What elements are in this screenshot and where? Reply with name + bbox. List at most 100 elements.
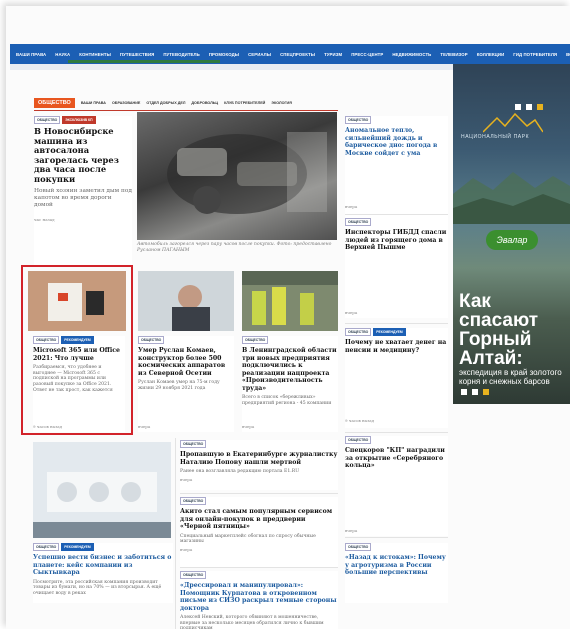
factory-article-lead: Всего в список «бережливых» предприятий … — [242, 395, 332, 406]
section-sub-2[interactable]: ОТДЕЛ ДОБРЫХ ДЕЛ — [146, 101, 185, 105]
list-article-1-lead: Ранее она возглавляла редакцию портала E… — [180, 469, 300, 474]
nav-item-5[interactable]: ПРОМОКОДЫ — [209, 52, 239, 57]
tag-exclusive[interactable]: ЭКСКЛЮЗИВ КП — [62, 116, 96, 124]
business-photo[interactable] — [33, 442, 171, 538]
right-article-3[interactable]: ОБЩЕСТВО РЕКОМЕНДУЕМ Почему не хватает де… — [345, 328, 448, 428]
tag[interactable]: ОБЩЕСТВО — [180, 440, 207, 448]
microsoft-article-time: 9 часов назад — [33, 424, 63, 429]
right-article-4[interactable]: ОБЩЕСТВО Спецкоров "КП" наградили за отк… — [345, 436, 448, 536]
paper-rolls-image — [33, 442, 171, 538]
nav-item-12[interactable]: КОЛЛЕКЦИИ — [477, 52, 505, 57]
list-article-3-title[interactable]: «Дрессировал и манипулировал»: Помощник … — [180, 582, 338, 612]
right-article-1-time: вчера — [345, 204, 358, 209]
section-sub-3[interactable]: ДОБРОВОЛЬЦ — [191, 101, 218, 105]
main-article-title[interactable]: В Новосибирске машина из автосалона заго… — [34, 126, 132, 184]
nav-item-10[interactable]: НЕДВИЖИМОСТЬ — [392, 52, 431, 57]
ad-dots-bottom — [461, 389, 489, 395]
nav-item-11[interactable]: ТЕЛЕВИЗОР — [440, 52, 467, 57]
tag[interactable]: ОБЩЕСТВО — [180, 497, 207, 505]
factory-photo[interactable] — [242, 271, 338, 331]
divider — [345, 432, 448, 433]
nav-item-13[interactable]: ГИД ПОТРЕБИТЕЛЯ — [513, 52, 557, 57]
nav-item-1[interactable]: НАУКА — [55, 52, 70, 57]
right-article-5-title[interactable]: «Назад к истокам»: Почему у агротуризма … — [345, 554, 448, 577]
divider — [345, 537, 448, 538]
advertisement-banner[interactable]: НАЦИОНАЛЬНЫЙ ПАРК Эвалар Как спасают Гор… — [453, 64, 570, 404]
ad-headline: Как спасают Горный Алтай: — [459, 291, 539, 369]
tag[interactable]: ОБЩЕСТВО — [34, 116, 61, 124]
right-article-2-title[interactable]: Инспекторы ГИБДД спасли людей из горящег… — [345, 229, 448, 252]
list-article-2-time: вчера — [180, 546, 193, 552]
tag-recommended[interactable]: РЕКОМЕНДУЕМ — [61, 336, 94, 344]
divider — [180, 567, 338, 568]
tag-recommended[interactable]: РЕКОМЕНДУЕМ — [373, 328, 406, 336]
komaev-photo[interactable] — [138, 271, 234, 331]
right-article-2[interactable]: ОБЩЕСТВО Инспекторы ГИБДД спасли людей и… — [345, 218, 448, 318]
nav-item-0[interactable]: ВАШИ ПРАВА — [16, 52, 46, 57]
workers-image — [242, 271, 338, 331]
tag[interactable]: ОБЩЕСТВО — [345, 436, 372, 444]
tag-recommended[interactable]: РЕКОМЕНДУЕМ — [61, 543, 94, 551]
nav-item-4[interactable]: ПУТЕВОДИТЕЛЬ — [163, 52, 199, 57]
factory-article[interactable]: ОБЩЕСТВО В Ленинградской области три нов… — [242, 336, 338, 432]
office-desk-image — [28, 271, 126, 331]
nav-item-8[interactable]: ТУРИЗМ — [324, 52, 342, 57]
right-article-3-title[interactable]: Почему не хватает денег на пенсии и меди… — [345, 339, 448, 354]
divider — [345, 214, 448, 215]
nav-item-9[interactable]: ПРЕСС-ЦЕНТР — [351, 52, 383, 57]
ad-landscape — [453, 172, 570, 224]
photo-caption: Автомобиль загорелся через пару часов по… — [137, 242, 332, 253]
right-article-2-time: вчера — [345, 310, 358, 315]
tag[interactable]: ОБЩЕСТВО — [180, 571, 207, 579]
main-article-text[interactable]: ОБЩЕСТВО ЭКСКЛЮЗИВ КП В Новосибирске маш… — [34, 116, 132, 266]
tag[interactable]: ОБЩЕСТВО — [33, 543, 60, 551]
right-article-4-title[interactable]: Спецкоров "КП" наградили за открытие «Се… — [345, 447, 448, 470]
tag[interactable]: ОБЩЕСТВО — [33, 336, 60, 344]
business-article[interactable]: ОБЩЕСТВО РЕКОМЕНДУЕМ Успешно вести бизнес… — [33, 543, 173, 603]
evalar-logo: Эвалар — [486, 230, 538, 250]
divider — [345, 323, 448, 324]
komaev-article[interactable]: ОБЩЕСТВО Умер Руслан Комаев, конструктор… — [138, 336, 234, 432]
list-article-3-lead: Алексей Невский, которого обвиняют в мош… — [180, 615, 324, 629]
nav-item-14[interactable]: ВСЕ — [566, 52, 570, 57]
car-engine-image — [167, 132, 327, 214]
business-article-title[interactable]: Успешно вести бизнес и заботиться о план… — [33, 554, 173, 577]
nav-item-7[interactable]: СПЕЦПРОЕКТЫ — [280, 52, 315, 57]
section-sub-5[interactable]: ЭКОЛОГИЯ — [271, 101, 292, 105]
microsoft-article-lead: Разбираемся, что удобнее и выгоднее — Mi… — [33, 365, 113, 393]
factory-article-time: вчера — [242, 424, 255, 429]
business-article-lead: Посмотрите, эта российская компания прои… — [33, 579, 162, 596]
section-rule — [34, 110, 338, 111]
tag[interactable]: ОБЩЕСТВО — [345, 328, 372, 336]
section-badge[interactable]: ОБЩЕСТВО — [34, 98, 75, 108]
right-article-1-title[interactable]: Аномальное тепло, сильнейший дождь и бар… — [345, 127, 448, 157]
nav-item-2[interactable]: КОНТИНЕНТЫ — [79, 52, 111, 57]
main-article-time: час назад — [34, 217, 55, 222]
section-sub-0[interactable]: ВАШИ ПРАВА — [81, 101, 106, 105]
komaev-article-lead: Руслан Комаев умер на 75-м году жизни 29… — [138, 380, 220, 391]
divider — [175, 438, 176, 629]
tag[interactable]: ОБЩЕСТВО — [345, 543, 372, 551]
section-sub-4[interactable]: КЛУБ ПОТРЕБИТЕЛЕЙ — [224, 101, 265, 105]
tag[interactable]: ОБЩЕСТВО — [345, 218, 372, 226]
microsoft-article-title[interactable]: Microsoft 365 или Office 2021: Что лучше — [33, 347, 125, 362]
right-article-5[interactable]: ОБЩЕСТВО «Назад к истокам»: Почему у агр… — [345, 543, 448, 603]
list-article-2[interactable]: ОБЩЕСТВО Акито стал самым популярным сер… — [180, 497, 338, 567]
tag[interactable]: ОБЩЕСТВО — [138, 336, 165, 344]
main-article-photo[interactable] — [137, 112, 337, 240]
nav-item-3[interactable]: ПУТЕШЕСТВИЯ — [120, 52, 154, 57]
list-article-1-title[interactable]: Пропавшую в Екатеринбурге журналистку На… — [180, 451, 338, 466]
list-article-2-title[interactable]: Акито стал самым популярным сервисом для… — [180, 508, 338, 531]
komaev-article-title[interactable]: Умер Руслан Комаев, конструктор более 50… — [138, 347, 234, 377]
list-article-3[interactable]: ОБЩЕСТВО «Дрессировал и манипулировал»: … — [180, 571, 338, 629]
tag[interactable]: ОБЩЕСТВО — [345, 116, 372, 124]
factory-article-title[interactable]: В Ленинградской области три новых предпр… — [242, 347, 338, 392]
right-article-1[interactable]: ОБЩЕСТВО Аномальное тепло, сильнейший до… — [345, 116, 448, 226]
microsoft-article-photo[interactable] — [28, 271, 126, 331]
nav-item-6[interactable]: СЕРИАЛЫ — [248, 52, 271, 57]
microsoft-article[interactable]: ОБЩЕСТВО РЕКОМЕНДУЕМ Microsoft 365 или Of… — [33, 336, 125, 432]
section-header: ОБЩЕСТВО ВАШИ ПРАВА ОБРАЗОВАНИЕ ОТДЕЛ ДО… — [34, 96, 446, 110]
section-sub-1[interactable]: ОБРАЗОВАНИЕ — [112, 101, 140, 105]
list-article-1[interactable]: ОБЩЕСТВО Пропавшую в Екатеринбурге журна… — [180, 440, 338, 490]
tag[interactable]: ОБЩЕСТВО — [242, 336, 269, 344]
